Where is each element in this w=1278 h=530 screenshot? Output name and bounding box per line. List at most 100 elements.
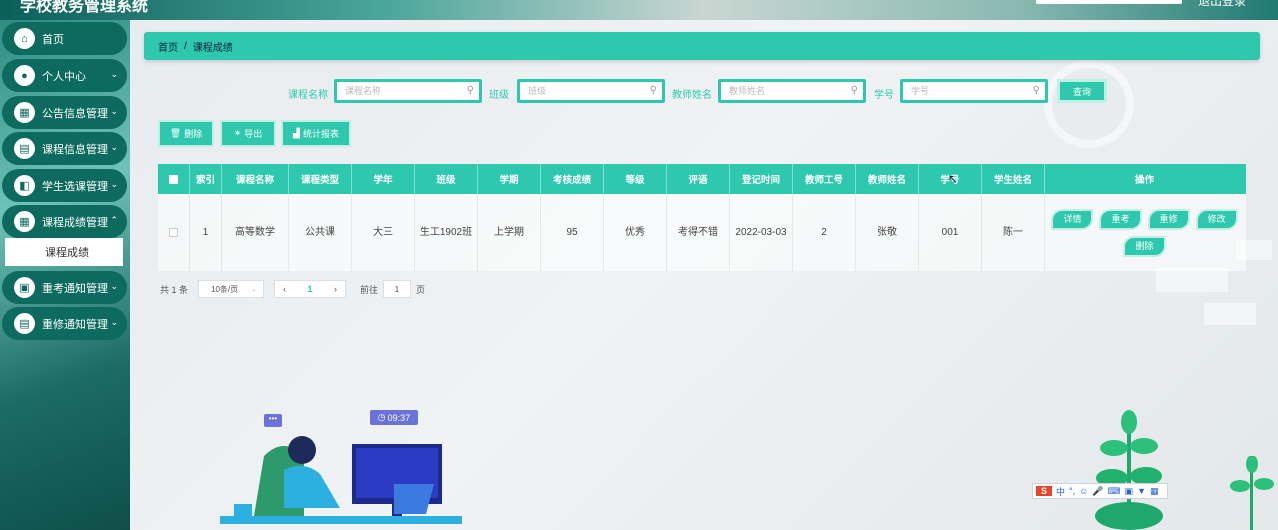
search-icon: ⚲ [850, 85, 858, 96]
select-icon: ◧ [14, 175, 35, 196]
th-type: 课程类型 [289, 164, 352, 194]
sidebar-item-course-selection[interactable]: ◧ 学生选课管理 ⌄ [2, 169, 127, 202]
keyboard-icon[interactable]: ⌨ [1108, 486, 1121, 497]
person-head [288, 436, 316, 464]
decor-block [1156, 268, 1228, 292]
scores-table: 索引 课程名称 课程类型 学年 班级 学期 考核成绩 等级 评语 登记时间 教师… [158, 164, 1246, 271]
prev-page-icon[interactable]: ‹ [283, 284, 286, 294]
cup [234, 504, 252, 516]
ime-lang[interactable]: 中 [1056, 485, 1065, 498]
top-search-input[interactable] [1036, 0, 1182, 4]
sidebar-item-label: 学生选课管理 [42, 180, 108, 193]
detail-button[interactable]: 详情 [1051, 208, 1094, 230]
mic-icon[interactable]: 🎤 [1092, 486, 1103, 497]
class-input[interactable]: 班级 ⚲ [517, 79, 665, 103]
sidebar-item-label: 个人中心 [42, 70, 86, 83]
select-all-cell[interactable] [158, 164, 190, 194]
sidebar-item-label: 课程信息管理 [42, 143, 108, 156]
decor-block [1204, 303, 1256, 325]
cell-actions: 详情 重考 重修 修改 删除 [1045, 194, 1244, 271]
th-actions: 操作 [1134, 175, 1154, 186]
stats-button-label: 统计报表 [302, 129, 339, 139]
course-name-label: 课程名称 [288, 90, 328, 101]
cell-score: 95 [541, 194, 604, 271]
toolbox-icon[interactable]: ▦ [1150, 486, 1159, 497]
next-page-icon[interactable]: › [334, 284, 337, 294]
row-delete-button[interactable]: 删除 [1123, 235, 1166, 257]
chevron-down-icon: ⌄ [110, 281, 118, 291]
chevron-up-icon: ⌃ [110, 215, 118, 225]
laptop [394, 484, 434, 514]
cell-teacher-id: 2 [793, 194, 856, 271]
total-count: 共 1 条 [160, 284, 189, 295]
page-navigator: ‹ 1 › [274, 280, 347, 298]
cell-course: 高等数学 [222, 194, 289, 271]
course-name-placeholder: 课程名称 [345, 86, 382, 96]
cell-index: 1 [190, 194, 222, 271]
search-icon: ⚲ [466, 85, 474, 96]
edit-button[interactable]: 修改 [1195, 208, 1238, 230]
course-name-input[interactable]: 课程名称 ⚲ [334, 79, 482, 103]
cell-student-id: 001 [919, 194, 982, 271]
reexam-button[interactable]: 重考 [1099, 208, 1142, 230]
teacher-name-placeholder: 教师姓名 [729, 86, 766, 96]
page-size-select[interactable]: 10条/页 ⌄ [198, 280, 265, 298]
sidebar: ⌂ 首页 ● 个人中心 ⌄ ▦ 公告信息管理 ⌄ ▤ 课程信息管理 ⌄ ◧ 学生… [0, 20, 130, 530]
clipboard-icon: ▣ [14, 277, 35, 298]
th-comment: 评语 [667, 164, 730, 194]
clock-time: 09:37 [387, 412, 411, 423]
sidebar-item-scores[interactable]: ▦ 课程成绩管理 ⌃ [2, 205, 127, 238]
export-button[interactable]: ✶ 导出 [220, 120, 276, 147]
th-time: 登记时间 [730, 164, 793, 194]
logout-link[interactable]: 退出登录 [1198, 0, 1246, 9]
skin-icon[interactable]: ▣ [1125, 486, 1134, 497]
cell-teacher-name: 张敬 [856, 194, 919, 271]
breadcrumb-home[interactable]: 首页 [158, 39, 178, 54]
goto-page-input[interactable]: 1 [383, 280, 412, 298]
th-year: 学年 [352, 164, 415, 194]
emoji-icon[interactable]: ☺ [1079, 486, 1088, 496]
th-course: 课程名称 [222, 164, 289, 194]
mouse-cursor: ↖ [948, 172, 959, 186]
sidebar-item-announcements[interactable]: ▦ 公告信息管理 ⌄ [2, 96, 127, 129]
sidebar-item-profile[interactable]: ● 个人中心 ⌄ [2, 59, 127, 92]
chevron-down-icon: ⌄ [110, 106, 118, 116]
table-row: 1 高等数学 公共课 大三 生工1902班 上学期 95 优秀 考得不错 202… [158, 194, 1246, 271]
query-button[interactable]: 查询 [1057, 79, 1107, 103]
current-page[interactable]: 1 [308, 284, 313, 294]
th-term: 学期 [478, 164, 541, 194]
grid-icon: ▦ [14, 102, 35, 123]
chat-bubble-icon: ••• [264, 414, 282, 427]
chevron-down-icon: ⌄ [110, 317, 118, 327]
student-id-placeholder: 学号 [911, 86, 930, 96]
breadcrumb-separator: / [184, 40, 187, 52]
sidebar-item-courses[interactable]: ▤ 课程信息管理 ⌄ [2, 132, 127, 165]
clock-decoration [1044, 60, 1134, 148]
goto-label: 前往 [360, 284, 379, 295]
notice-icon: ▤ [14, 313, 35, 334]
student-id-input[interactable]: 学号 ⚲ [900, 79, 1048, 103]
sidebar-item-reexam[interactable]: ▣ 重考通知管理 ⌄ [2, 271, 127, 304]
sidebar-item-retake[interactable]: ▤ 重修通知管理 ⌄ [2, 307, 127, 340]
th-grade: 等级 [604, 164, 667, 194]
select-all-checkbox[interactable] [169, 174, 178, 184]
sidebar-item-home[interactable]: ⌂ 首页 [2, 22, 127, 55]
delete-button[interactable]: 🗑 删除 [158, 120, 214, 147]
class-label: 班级 [489, 90, 509, 101]
clock-badge: ◷ 09:37 [370, 410, 418, 425]
row-select-cell[interactable] [158, 194, 190, 271]
stats-report-button[interactable]: ▟ 统计报表 [281, 120, 351, 147]
sidebar-subitem-scores[interactable]: 课程成绩 [5, 238, 123, 266]
ime-toolbar[interactable]: S 中 °, ☺ 🎤 ⌨ ▣ ▼ ▦ [1032, 483, 1168, 499]
chevron-down-icon: ⌄ [110, 69, 118, 79]
star-icon: ✶ [233, 128, 242, 138]
cell-year: 大三 [352, 194, 415, 271]
teacher-name-input[interactable]: 教师姓名 ⚲ [718, 79, 866, 103]
punctuation-icon[interactable]: °, [1069, 486, 1075, 496]
cell-comment: 考得不错 [667, 194, 730, 271]
shirt-icon[interactable]: ▼ [1137, 486, 1146, 496]
retake-button[interactable]: 重修 [1147, 208, 1190, 230]
sidebar-item-label: 课程成绩管理 [42, 216, 108, 229]
row-checkbox[interactable] [169, 228, 178, 237]
chevron-down-icon: ⌄ [110, 142, 118, 152]
